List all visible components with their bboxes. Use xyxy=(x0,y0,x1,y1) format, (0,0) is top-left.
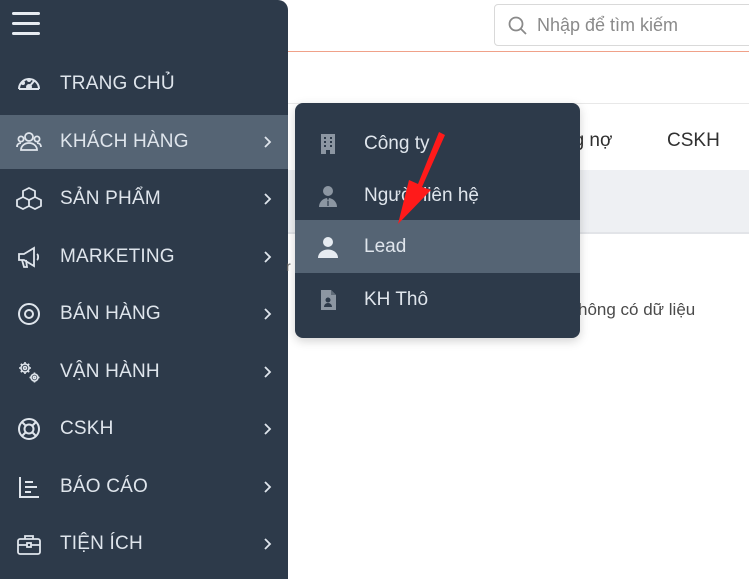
report-icon xyxy=(15,473,43,501)
sidebar-item-label: VẬN HÀNH xyxy=(60,361,160,382)
sidebar-item-cskh[interactable]: CSKH xyxy=(0,402,288,456)
sidebar-item-label: CSKH xyxy=(60,418,114,439)
customers-submenu: Công ty Người liên hệ Lead KH Thô xyxy=(295,103,580,338)
chevron-right-icon xyxy=(264,538,272,550)
customers-icon xyxy=(15,128,43,156)
chevron-right-icon xyxy=(264,136,272,148)
stray-text: r xyxy=(286,258,291,274)
submenu-item-cong-ty[interactable]: Công ty xyxy=(295,117,580,170)
gears-icon xyxy=(15,358,43,386)
user-icon xyxy=(318,236,338,258)
sidebar-item-label: BÁN HÀNG xyxy=(60,303,161,324)
sidebar-item-ban-hang[interactable]: BÁN HÀNG xyxy=(0,287,288,341)
sidebar: TRANG CHỦ KHÁCH HÀNG SẢN PHẨM MARKETING … xyxy=(0,0,288,579)
empty-message: hông có dữ liệu xyxy=(578,300,696,319)
submenu-item-lead[interactable]: Lead xyxy=(295,220,580,273)
target-icon xyxy=(15,300,43,328)
toolbox-icon xyxy=(15,530,43,558)
chevron-right-icon xyxy=(264,308,272,320)
submenu-item-label: Lead xyxy=(364,235,407,257)
dashboard-icon xyxy=(15,70,43,98)
sidebar-item-van-hanh[interactable]: VẬN HÀNH xyxy=(0,345,288,399)
chevron-right-icon xyxy=(264,423,272,435)
contact-person-icon xyxy=(319,185,337,207)
submenu-item-label: Công ty xyxy=(364,132,430,154)
building-icon xyxy=(321,133,335,154)
hamburger-menu-icon[interactable] xyxy=(12,12,40,38)
chevron-right-icon xyxy=(264,251,272,263)
submenu-item-label: Người liên hệ xyxy=(364,184,479,206)
submenu-item-kh-tho[interactable]: KH Thô xyxy=(295,273,580,326)
sidebar-item-trang-chu[interactable]: TRANG CHỦ xyxy=(0,57,288,111)
search-icon xyxy=(508,16,527,35)
sidebar-item-label: KHÁCH HÀNG xyxy=(60,131,189,152)
search-input[interactable] xyxy=(537,13,747,37)
chevron-right-icon xyxy=(264,366,272,378)
header-divider xyxy=(288,51,749,52)
sidebar-item-label: BÁO CÁO xyxy=(60,476,148,497)
chevron-right-icon xyxy=(264,193,272,205)
sidebar-item-san-pham[interactable]: SẢN PHẨM xyxy=(0,172,288,226)
search-box xyxy=(494,4,749,46)
sidebar-item-label: SẢN PHẨM xyxy=(60,188,161,209)
sidebar-item-label: MARKETING xyxy=(60,246,175,267)
megaphone-icon xyxy=(15,243,43,271)
tab-cskh[interactable]: CSKH xyxy=(667,130,720,152)
raw-customer-file-icon xyxy=(321,289,336,310)
submenu-item-nguoi-lien-he[interactable]: Người liên hệ xyxy=(295,169,580,222)
chevron-right-icon xyxy=(264,481,272,493)
sidebar-item-bao-cao[interactable]: BÁO CÁO xyxy=(0,460,288,514)
products-icon xyxy=(15,185,43,213)
submenu-item-label: KH Thô xyxy=(364,288,429,310)
sidebar-item-khach-hang[interactable]: KHÁCH HÀNG xyxy=(0,115,288,169)
sidebar-item-label: TRANG CHỦ xyxy=(60,73,175,94)
sidebar-item-tien-ich[interactable]: TIỆN ÍCH xyxy=(0,517,288,571)
sidebar-item-label: TIỆN ÍCH xyxy=(60,533,143,554)
sidebar-item-marketing[interactable]: MARKETING xyxy=(0,230,288,284)
lifebuoy-icon xyxy=(15,415,43,443)
